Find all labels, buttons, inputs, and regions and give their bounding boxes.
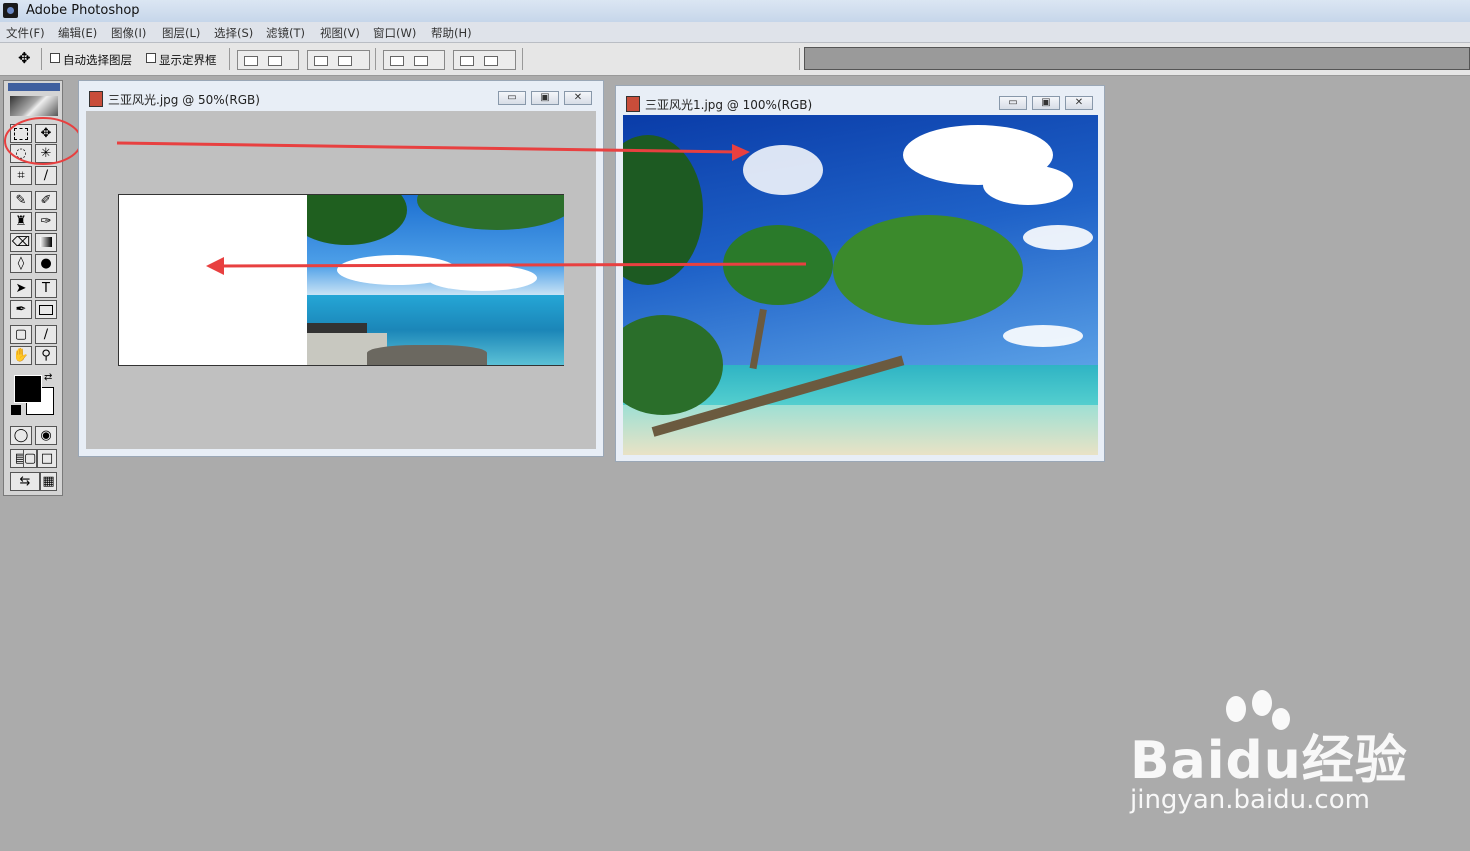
arrow-head-left [206, 257, 224, 275]
watermark-url: jingyan.baidu.com [1130, 785, 1370, 815]
paw-watermark-icon [1252, 690, 1272, 716]
arrow-to-doc2 [116, 141, 739, 154]
arrow-to-doc1 [217, 262, 807, 268]
watermark-brand: Baidu经验 [1130, 731, 1408, 791]
arrow-head-right [732, 144, 750, 161]
